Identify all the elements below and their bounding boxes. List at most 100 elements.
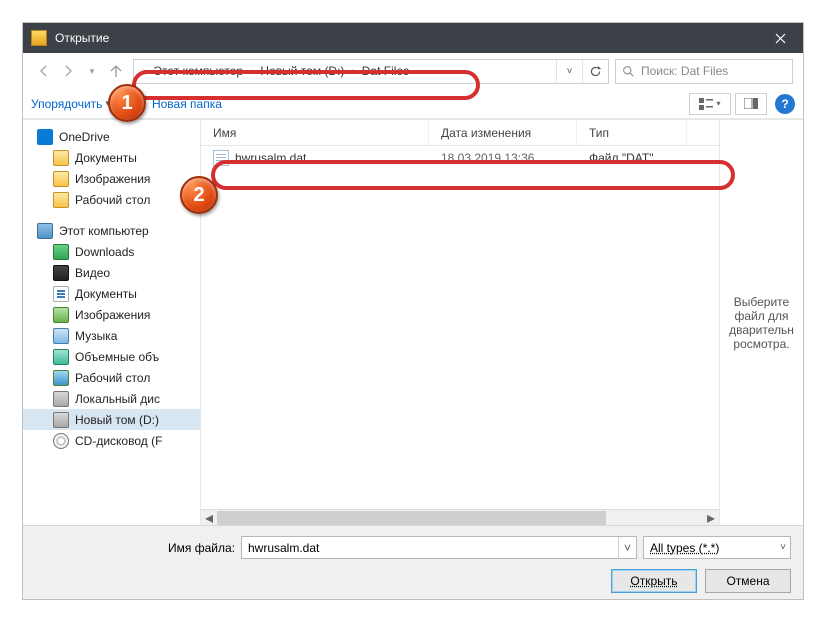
back-button[interactable]	[33, 60, 55, 82]
chevron-right-icon: ›	[348, 66, 357, 77]
tree-videos[interactable]: Видео	[23, 262, 200, 283]
preview-pane-button[interactable]	[735, 93, 767, 115]
chevron-down-icon: ▾	[716, 99, 720, 108]
view-options-button[interactable]: ▾	[689, 93, 731, 115]
scroll-thumb[interactable]	[217, 511, 606, 525]
address-dropdown[interactable]: ˅	[556, 60, 582, 83]
drive-icon	[53, 391, 69, 407]
scroll-left-icon[interactable]: ◂	[201, 511, 217, 525]
search-input[interactable]: Поиск: Dat Files	[615, 59, 793, 84]
window-title: Открытие	[55, 31, 759, 45]
crumb-volume[interactable]: Новый том (D:)	[260, 64, 344, 78]
close-button[interactable]	[759, 23, 801, 53]
tree-label: Объемные объ	[75, 350, 159, 364]
drive-icon	[53, 412, 69, 428]
view-icon	[699, 98, 713, 110]
annotation-marker-1: 1	[108, 84, 146, 122]
horizontal-scrollbar[interactable]: ◂ ▸	[201, 509, 719, 525]
new-folder-button[interactable]: Новая папка	[152, 97, 222, 111]
image-icon	[53, 307, 69, 323]
bottom-panel: Имя файла: ˅ All types (*.*) ˅ Открыть О…	[23, 525, 803, 599]
tree-onedrive[interactable]: OneDrive	[23, 126, 200, 147]
filter-text: All types (*.*)	[650, 541, 780, 555]
filename-combobox[interactable]: ˅	[241, 536, 637, 559]
tree-new-volume[interactable]: Новый том (D:)	[23, 409, 200, 430]
file-icon	[213, 150, 229, 166]
tree-label: Видео	[75, 266, 110, 280]
tree-label: Изображения	[75, 172, 150, 186]
crumb-folder[interactable]: Dat Files	[362, 64, 409, 78]
tree-downloads[interactable]: Downloads	[23, 241, 200, 262]
chevron-down-icon: ˅	[780, 542, 786, 553]
chevron-right-icon: ›	[140, 66, 149, 77]
cube-icon	[53, 349, 69, 365]
filename-input[interactable]	[242, 537, 618, 558]
tree-label: Новый том (D:)	[75, 413, 159, 427]
open-button[interactable]: Открыть	[611, 569, 697, 593]
file-type-filter[interactable]: All types (*.*) ˅	[643, 536, 791, 559]
forward-button[interactable]	[57, 60, 79, 82]
crumb-this-pc[interactable]: Этот компьютер	[153, 64, 243, 78]
scroll-right-icon[interactable]: ▸	[703, 511, 719, 525]
tree-label: Музыка	[75, 329, 117, 343]
video-icon	[53, 265, 69, 281]
downloads-icon	[53, 244, 69, 260]
chevron-right-icon: ›	[247, 66, 256, 77]
tree-cd-drive[interactable]: CD-дисковод (F	[23, 430, 200, 451]
search-icon	[622, 65, 635, 78]
tree-3d[interactable]: Объемные объ	[23, 346, 200, 367]
folder-icon	[53, 150, 69, 166]
filename-label: Имя файла:	[35, 541, 235, 555]
titlebar: Открытие	[23, 23, 803, 53]
organize-menu[interactable]: Упорядочить ▾	[31, 97, 110, 111]
recent-dropdown[interactable]: ▾	[81, 60, 103, 82]
music-icon	[53, 328, 69, 344]
address-row: ▾ › Этот компьютер › Новый том (D:) › Da…	[23, 53, 803, 89]
tree-label: OneDrive	[59, 130, 110, 144]
folder-icon	[53, 171, 69, 187]
pc-icon	[37, 223, 53, 239]
tree-label: Документы	[75, 151, 137, 165]
app-icon	[31, 30, 47, 46]
preview-pane: Выберите файл для дварительн росмотра.	[719, 120, 803, 525]
tree-docs[interactable]: Документы	[23, 283, 200, 304]
file-date: 18.03.2019 13:36	[429, 151, 577, 165]
column-date[interactable]: Дата изменения	[429, 120, 577, 145]
address-bar[interactable]: › Этот компьютер › Новый том (D:) › Dat …	[133, 59, 609, 84]
preview-text: Выберите файл для дварительн росмотра.	[726, 295, 797, 351]
search-placeholder: Поиск: Dat Files	[641, 64, 728, 78]
column-headers: Имя Дата изменения Тип	[201, 120, 719, 146]
refresh-button[interactable]	[582, 60, 608, 83]
cd-icon	[53, 433, 69, 449]
tree-label: Локальный дис	[75, 392, 160, 406]
tree-label: Рабочий стол	[75, 371, 150, 385]
tree-label: Документы	[75, 287, 137, 301]
tree-label: Рабочий стол	[75, 193, 150, 207]
tree-label: CD-дисковод (F	[75, 434, 162, 448]
tree-od-docs[interactable]: Документы	[23, 147, 200, 168]
tree-music[interactable]: Музыка	[23, 325, 200, 346]
tree-label: Изображения	[75, 308, 150, 322]
onedrive-icon	[37, 129, 53, 145]
tree-od-desktop[interactable]: Рабочий стол	[23, 189, 200, 210]
column-name[interactable]: Имя	[201, 120, 429, 145]
help-button[interactable]: ?	[775, 94, 795, 114]
tree-this-pc[interactable]: Этот компьютер	[23, 220, 200, 241]
navigation-tree: OneDrive Документы Изображения Рабочий с…	[23, 120, 201, 525]
desktop-icon	[53, 370, 69, 386]
tree-pics[interactable]: Изображения	[23, 304, 200, 325]
folder-icon	[53, 192, 69, 208]
doc-icon	[53, 286, 69, 302]
file-type: Файл "DAT"	[577, 151, 687, 165]
cancel-button[interactable]: Отмена	[705, 569, 791, 593]
file-row[interactable]: hwrusalm.dat 18.03.2019 13:36 Файл "DAT"	[201, 146, 719, 170]
tree-label: Этот компьютер	[59, 224, 149, 238]
tree-label: Downloads	[75, 245, 134, 259]
tree-desktop[interactable]: Рабочий стол	[23, 367, 200, 388]
tree-local-disk[interactable]: Локальный дис	[23, 388, 200, 409]
tree-od-pics[interactable]: Изображения	[23, 168, 200, 189]
up-button[interactable]	[105, 60, 127, 82]
annotation-marker-2: 2	[180, 176, 218, 214]
filename-dropdown[interactable]: ˅	[618, 537, 636, 558]
column-type[interactable]: Тип	[577, 120, 687, 145]
